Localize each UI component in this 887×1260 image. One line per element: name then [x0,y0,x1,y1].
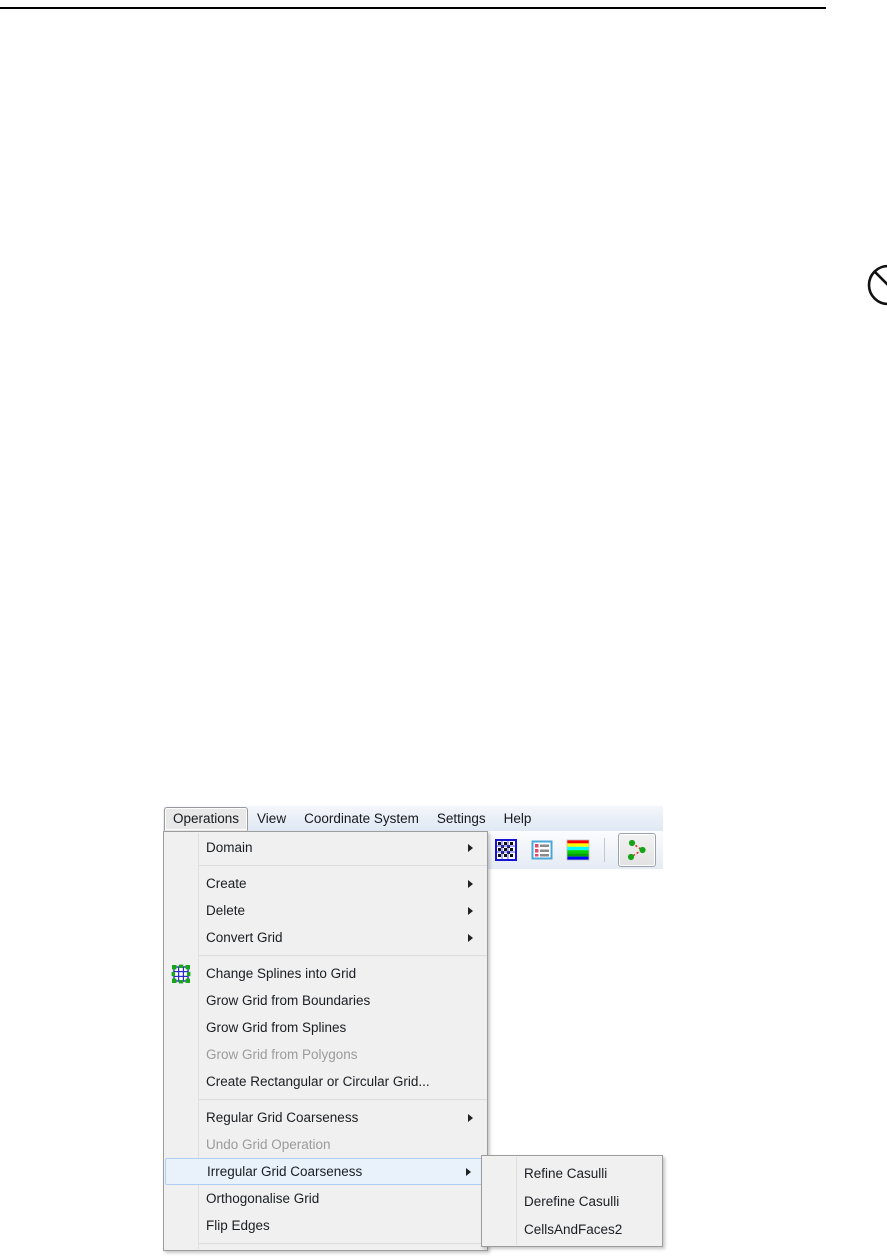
page-top-rule [0,7,826,9]
menubar-item-operations-label: Operations [173,811,240,827]
menu-separator [199,1243,487,1244]
irregular-grid-coarseness-submenu: Refine Casulli Derefine Casulli CellsAnd… [481,1155,663,1247]
menu-item-change-splines-into-grid-label: Change Splines into Grid [206,966,357,981]
menu-item-change-splines-into-grid[interactable]: Change Splines into Grid [164,960,487,987]
submenu-arrow-icon [468,879,473,888]
submenu-arrow-icon [468,906,473,915]
menu-item-grow-grid-from-splines-label: Grow Grid from Splines [206,1020,347,1035]
toolbar-button-colour-map[interactable] [565,837,591,863]
submenu-item-cellsandfaces2-label: CellsAndFaces2 [524,1221,623,1237]
menu-bar: Operations View Coordinate System Settin… [163,806,663,831]
submenu-arrow-icon [468,933,473,942]
grid-nodes-icon [171,964,191,984]
checkerboard-grid-icon [495,839,517,861]
toolbar-button-properties-list[interactable] [529,837,555,863]
menubar-item-coordinate-system[interactable]: Coordinate System [295,806,428,831]
menubar-item-view[interactable]: View [248,806,295,831]
toolbar-button-show-grid[interactable] [493,837,519,863]
menu-item-create[interactable]: Create [164,870,487,897]
menubar-item-help-label: Help [503,810,532,826]
menu-item-domain-label: Domain [206,840,253,855]
menu-separator [199,865,487,866]
submenu-item-cellsandfaces2[interactable]: CellsAndFaces2 [482,1215,662,1243]
toolbar-separator [604,838,605,862]
no-entry-icon [867,264,887,306]
menu-item-undo-grid-operation: Undo Grid Operation [164,1131,487,1158]
submenu-arrow-icon [466,1167,471,1176]
menu-separator [199,1099,487,1100]
menu-item-create-rectangular-or-circular-grid-label: Create Rectangular or Circular Grid... [206,1074,430,1089]
menubar-item-help[interactable]: Help [495,806,541,831]
menu-item-delete[interactable]: Delete [164,897,487,924]
menu-item-grow-grid-from-polygons-label: Grow Grid from Polygons [206,1047,358,1062]
menubar-item-operations[interactable]: Operations [164,807,249,831]
menu-item-domain[interactable]: Domain [164,834,487,861]
toolbar-button-group [493,831,656,869]
menubar-item-view-label: View [257,810,287,826]
submenu-item-refine-casulli-label: Refine Casulli [524,1165,608,1181]
menu-item-regular-grid-coarseness[interactable]: Regular Grid Coarseness [164,1104,487,1131]
rainbow-colormap-icon [566,839,590,861]
menu-item-grow-grid-from-polygons: Grow Grid from Polygons [164,1041,487,1068]
menu-item-delete-label: Delete [206,903,246,918]
menu-item-flip-edges-label: Flip Edges [206,1218,270,1233]
toolbar-button-edit-splines[interactable] [618,833,656,867]
application-window: Operations View Coordinate System Settin… [163,806,663,1260]
menu-item-flip-edges[interactable]: Flip Edges [164,1212,487,1239]
menubar-item-settings-label: Settings [436,810,486,826]
menu-item-orthogonalise-grid[interactable]: Orthogonalise Grid [164,1185,487,1212]
menu-item-irregular-grid-coarseness[interactable]: Irregular Grid Coarseness [165,1158,486,1185]
submenu-arrow-icon [468,1113,473,1122]
submenu-arrow-icon [468,843,473,852]
menu-item-create-rectangular-or-circular-grid[interactable]: Create Rectangular or Circular Grid... [164,1068,487,1095]
menu-item-convert-grid[interactable]: Convert Grid [164,924,487,951]
list-properties-icon [531,840,553,860]
submenu-item-refine-casulli[interactable]: Refine Casulli [482,1159,662,1187]
menu-item-convert-grid-label: Convert Grid [206,930,283,945]
menubar-item-coordinate-system-label: Coordinate System [304,810,419,826]
menu-item-create-label: Create [206,876,247,891]
menu-item-regular-grid-coarseness-label: Regular Grid Coarseness [206,1110,359,1125]
menu-item-orthogonalise-grid-label: Orthogonalise Grid [206,1191,320,1206]
submenu-item-derefine-casulli-label: Derefine Casulli [524,1193,620,1209]
menu-separator [199,955,487,956]
menu-item-grow-grid-from-boundaries-label: Grow Grid from Boundaries [206,993,371,1008]
menu-item-grow-grid-from-splines[interactable]: Grow Grid from Splines [164,1014,487,1041]
menubar-item-settings[interactable]: Settings [428,806,495,831]
spline-nodes-icon [627,839,646,861]
menu-item-grow-grid-from-boundaries[interactable]: Grow Grid from Boundaries [164,987,487,1014]
menu-item-irregular-grid-coarseness-label: Irregular Grid Coarseness [207,1164,363,1179]
menu-item-undo-grid-operation-label: Undo Grid Operation [206,1137,331,1152]
submenu-item-derefine-casulli[interactable]: Derefine Casulli [482,1187,662,1215]
operations-dropdown-menu: Domain Create Delete Convert Grid Change… [163,831,488,1251]
